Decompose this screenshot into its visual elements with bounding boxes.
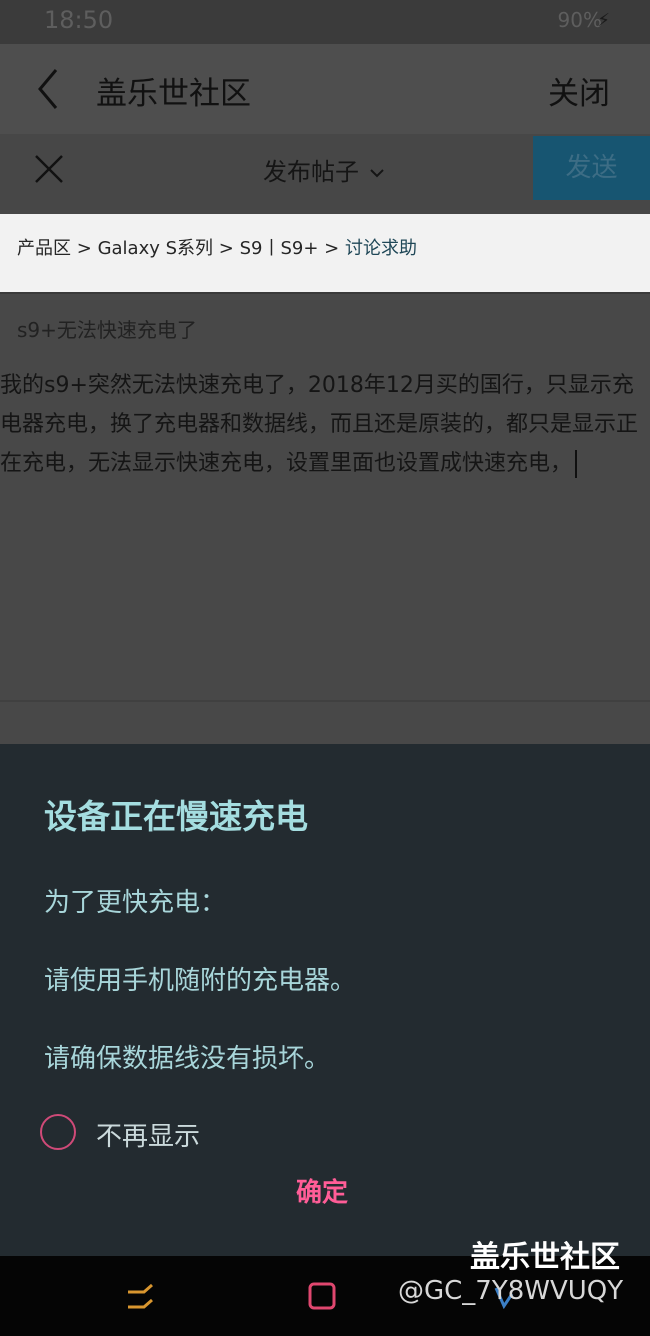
breadcrumb: 产品区 > Galaxy S系列 > S9丨S9+ > 讨论求助 [17,234,417,260]
app-title: 盖乐世社区 [96,76,251,112]
checkbox-label[interactable]: 不再显示 [96,1116,200,1153]
close-x-icon[interactable] [30,150,70,190]
status-time: 18:50 [44,6,114,34]
text-caret [575,450,578,478]
breadcrumb-separator: > [76,238,92,259]
breadcrumb-current[interactable]: 讨论求助 [345,238,417,259]
watermark-user: @GC_7Y8WVUQY [398,1276,624,1306]
breadcrumb-item[interactable]: S9丨S9+ [240,238,319,259]
divider [0,700,650,702]
screen: 18:50 90% ⚡ 盖乐世社区 关闭 发布帖子 发送 产品区 > Galax… [0,0,650,1336]
send-button[interactable]: 发送 [533,136,650,200]
dialog-text-line2: 请使用手机随附的充电器。 [44,966,357,996]
post-type-selector[interactable]: 发布帖子 [263,152,385,187]
recent-apps-icon[interactable] [124,1282,158,1312]
post-type-label: 发布帖子 [263,158,359,186]
battery-level: 90% [557,8,602,32]
home-icon[interactable] [306,1280,340,1314]
breadcrumb-item[interactable]: Galaxy S系列 [98,238,213,259]
dont-show-again-checkbox[interactable] [40,1114,76,1150]
breadcrumb-item[interactable]: 产品区 [17,238,71,259]
status-bar: 18:50 90% ⚡ [0,0,650,44]
slow-charging-dialog: 设备正在慢速充电 为了更快充电： 请使用手机随附的充电器。 请确保数据线没有损坏… [0,744,650,1256]
breadcrumb-separator: > [324,238,340,259]
post-body-text: 我的s9+突然无法快速充电了，2018年12月买的国行，只显示充电器充电，换了充… [0,373,639,476]
dialog-text-line3: 请确保数据线没有损坏。 [44,1044,331,1074]
back-chevron-icon[interactable] [30,62,70,116]
post-body-field[interactable]: 我的s9+突然无法快速充电了，2018年12月买的国行，只显示充电器充电，换了充… [0,366,646,483]
chevron-down-icon [369,169,384,178]
dialog-text-line1: 为了更快充电： [44,888,227,918]
dialog-title: 设备正在慢速充电 [44,797,308,836]
close-button[interactable]: 关闭 [548,68,610,113]
watermark-brand: 盖乐世社区 [470,1240,620,1275]
breadcrumb-separator: > [218,238,234,259]
app-header: 盖乐世社区 关闭 [0,44,650,134]
post-title-field[interactable]: s9+无法快速充电了 [17,314,197,343]
compose-toolbar: 发布帖子 发送 [0,134,650,214]
charging-icon: ⚡ [597,10,610,31]
ok-button[interactable]: 确定 [296,1172,348,1209]
post-editor[interactable]: s9+无法快速充电了 我的s9+突然无法快速充电了，2018年12月买的国行，只… [0,294,650,744]
